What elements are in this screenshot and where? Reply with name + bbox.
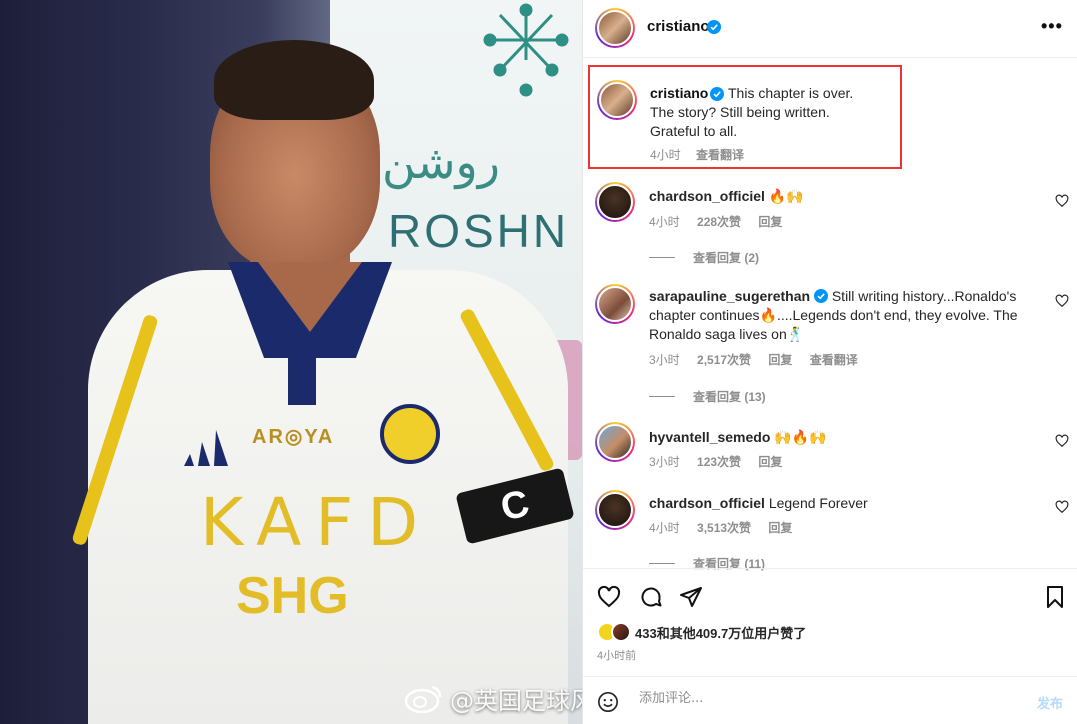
post-header: cristiano ••• (583, 0, 1077, 58)
comment-icon[interactable] (639, 585, 663, 609)
comment-text: chardson_officiel 🔥🙌 (649, 187, 1019, 206)
comment-meta: 3小时 2,517次赞 回复 查看翻译 (649, 351, 872, 368)
caption-line-3: Grateful to all. (650, 123, 738, 139)
comment-likes[interactable]: 2,517次赞 (697, 353, 751, 367)
comment-likes[interactable]: 228次赞 (697, 215, 741, 229)
weibo-watermark: @英国足球风向标 (404, 681, 582, 715)
comment-time: 4小时 (649, 215, 680, 229)
post-panel: cristiano ••• cristiano This chapter is … (582, 0, 1077, 724)
caption-line-1: This chapter is over. (728, 85, 854, 101)
like-comment-icon[interactable] (1055, 434, 1069, 448)
comment-time: 4小时 (649, 521, 680, 535)
caption-time: 4小时 (650, 148, 681, 162)
like-comment-icon[interactable] (1055, 500, 1069, 514)
view-replies[interactable]: 查看回复 (2) (649, 249, 759, 266)
see-translation-link[interactable]: 查看翻译 (810, 353, 858, 367)
sponsor-shg: SHG (236, 567, 349, 625)
caption-avatar[interactable] (597, 80, 637, 120)
reply-button[interactable]: 回复 (758, 455, 782, 469)
like-icon[interactable] (597, 585, 621, 609)
verified-badge-icon (813, 289, 828, 303)
commenter-username[interactable]: sarapauline_sugerethan (649, 288, 810, 304)
comment-body: Legend Forever (768, 495, 868, 511)
commenter-avatar[interactable] (595, 284, 635, 324)
caption-meta: 4小时 查看翻译 (650, 146, 756, 163)
reply-button[interactable]: 回复 (768, 521, 792, 535)
comment-meta: 3小时 123次赞 回复 (649, 453, 796, 470)
comment-likes[interactable]: 3,513次赞 (697, 521, 751, 535)
view-replies-label: 查看回复 (2) (693, 251, 760, 265)
post-timestamp: 4小时前 (597, 650, 637, 662)
commenter-avatar[interactable] (595, 422, 635, 462)
sponsor-kafd: KAFD (200, 484, 433, 561)
post-actions (583, 568, 1077, 624)
emoji-icon[interactable] (597, 691, 619, 713)
likes-summary[interactable]: 433和其他409.7万位用户赞了 (597, 622, 806, 642)
player-hair (214, 40, 374, 120)
caption-username[interactable]: cristiano (650, 85, 708, 101)
more-options-icon[interactable]: ••• (1041, 16, 1063, 37)
backdrop-logo-icon (483, 3, 569, 97)
comment-text: sarapauline_sugerethan Still writing his… (649, 287, 1021, 344)
comment-input[interactable] (639, 691, 999, 706)
author-username[interactable]: cristiano (647, 18, 710, 35)
comment-time: 3小时 (649, 353, 680, 367)
verified-badge-icon (707, 20, 721, 34)
view-replies[interactable]: 查看回复 (13) (649, 388, 766, 405)
like-comment-icon[interactable] (1055, 294, 1069, 308)
caption-line-2: The story? Still being written. (650, 104, 830, 120)
comment-time: 3小时 (649, 455, 680, 469)
comment-meta: 4小时 228次赞 回复 (649, 213, 796, 230)
adidas-logo-icon (184, 430, 228, 466)
see-translation-link[interactable]: 查看翻译 (696, 148, 744, 162)
watermark-text: @英国足球风向标 (450, 686, 582, 715)
reply-button[interactable]: 回复 (768, 353, 792, 367)
liker-avatar (611, 622, 631, 642)
reply-button[interactable]: 回复 (758, 215, 782, 229)
like-comment-icon[interactable] (1055, 194, 1069, 208)
post-image[interactable]: روشن ROSHN AR◎YA KAFD SHG C @英国足球风向标 (0, 0, 582, 724)
jersey-placket (288, 345, 316, 405)
caption-highlight: cristiano This chapter is over. The stor… (588, 65, 902, 169)
commenter-avatar[interactable] (595, 182, 635, 222)
sponsor-aroya: AR◎YA (252, 426, 335, 448)
commenter-avatar[interactable] (595, 490, 635, 530)
weibo-icon (404, 685, 442, 713)
backdrop-english-text: ROSHN (388, 205, 570, 257)
comment-body: 🙌🔥🙌 (774, 429, 827, 445)
comment-likes[interactable]: 123次赞 (697, 455, 741, 469)
commenter-username[interactable]: hyvantell_semedo (649, 429, 770, 445)
verified-badge-icon (710, 87, 724, 101)
commenter-username[interactable]: chardson_officiel (649, 495, 765, 511)
backdrop-arabic-text: روشن (382, 135, 500, 189)
share-icon[interactable] (679, 585, 703, 609)
save-bookmark-icon[interactable] (1043, 585, 1067, 609)
comment-meta: 4小时 3,513次赞 回复 (649, 519, 806, 536)
add-comment-bar: 发布 (583, 676, 1077, 724)
author-avatar[interactable] (595, 8, 635, 48)
comment-body: 🔥🙌 (768, 188, 804, 204)
comment-text: hyvantell_semedo 🙌🔥🙌 (649, 428, 1019, 447)
comment-text: chardson_officiel Legend Forever (649, 494, 1019, 513)
likes-text: 433和其他409.7万位用户赞了 (635, 625, 807, 641)
club-badge-icon (380, 404, 440, 464)
view-replies-label: 查看回复 (13) (693, 390, 766, 404)
post-comment-button[interactable]: 发布 (1037, 693, 1063, 712)
commenter-username[interactable]: chardson_officiel (649, 188, 765, 204)
